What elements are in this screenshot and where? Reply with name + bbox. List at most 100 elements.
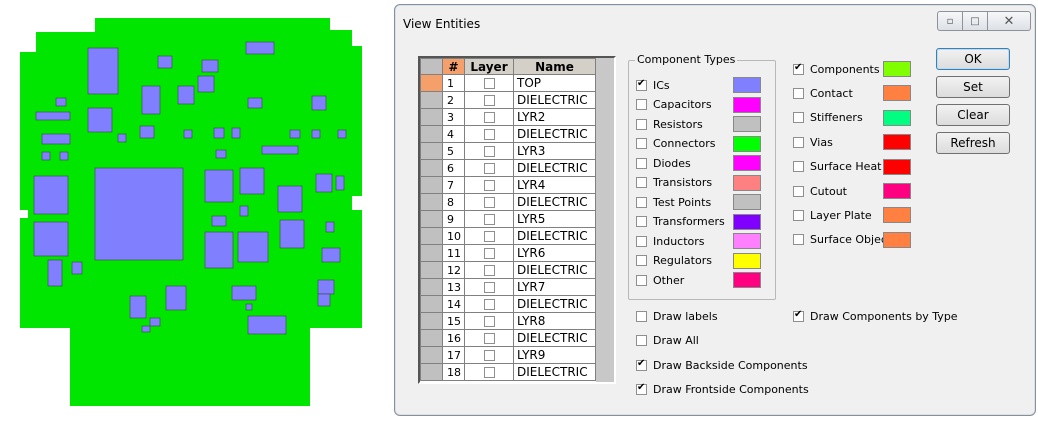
layer-checkbox[interactable] (464, 91, 514, 109)
table-row[interactable]: 2 DIELECTRIC (420, 91, 596, 109)
entity-box[interactable] (793, 136, 804, 148)
layer-checkbox-box[interactable] (483, 231, 495, 242)
component-type-regulators-checkbox[interactable]: Regulators (636, 253, 712, 269)
entity-box[interactable] (793, 209, 804, 221)
clear-button[interactable]: Clear (936, 104, 1010, 126)
layer-checkbox[interactable] (464, 142, 514, 160)
entity-surface-heat-checkbox[interactable]: Surface Heat (793, 159, 882, 175)
row-selector[interactable] (420, 329, 443, 347)
layer-checkbox[interactable] (464, 159, 514, 177)
table-row[interactable]: 11 LYR6 (420, 244, 596, 262)
table-row[interactable]: 7 LYR4 (420, 176, 596, 194)
entity-color-swatch[interactable] (883, 109, 911, 126)
draw-backside-box[interactable] (636, 358, 647, 371)
row-selector[interactable] (420, 210, 443, 228)
ok-button[interactable]: OK (936, 48, 1010, 70)
component-type-connectors-checkbox[interactable]: Connectors (636, 136, 715, 152)
component-type-color-swatch[interactable] (733, 252, 761, 269)
entity-components-checkbox[interactable]: Components (793, 61, 880, 77)
table-row[interactable]: 16 DIELECTRIC (420, 329, 596, 347)
layer-checkbox[interactable] (464, 125, 514, 143)
table-row[interactable]: 15 LYR8 (420, 312, 596, 330)
component-type-resistors-checkbox[interactable]: Resistors (636, 116, 703, 132)
table-row[interactable]: 9 LYR5 (420, 210, 596, 228)
component-type-color-swatch[interactable] (733, 233, 761, 249)
component-type-capacitors-checkbox[interactable]: Capacitors (636, 97, 712, 113)
component-type-box[interactable] (636, 196, 647, 208)
layer-checkbox-box[interactable] (483, 282, 495, 293)
component-type-color-swatch[interactable] (733, 96, 761, 113)
draw-all-checkbox[interactable]: Draw All (636, 332, 699, 348)
row-selector[interactable] (420, 346, 443, 364)
row-selector[interactable] (420, 91, 443, 109)
table-row[interactable]: 5 LYR3 (420, 142, 596, 160)
layer-checkbox-box[interactable] (483, 265, 495, 276)
component-type-box[interactable] (636, 157, 647, 169)
entity-surface-object-checkbox[interactable]: Surface Object (793, 232, 891, 248)
draw-all-box[interactable] (636, 334, 647, 346)
entity-color-swatch[interactable] (883, 158, 911, 175)
layer-checkbox[interactable] (464, 74, 514, 92)
layer-checkbox[interactable] (464, 227, 514, 245)
component-type-box[interactable] (636, 255, 647, 266)
entity-color-swatch[interactable] (883, 134, 911, 151)
layer-checkbox[interactable] (464, 346, 514, 364)
draw-labels-box[interactable] (636, 310, 647, 322)
layer-checkbox-box[interactable] (483, 316, 495, 327)
entity-box[interactable] (793, 62, 804, 75)
layer-grid[interactable]: # Layer Name 1 TOP 2 DIELECTRIC 3 LYR2 4 DIELEC… (418, 56, 616, 384)
component-type-diodes-checkbox[interactable]: Diodes (636, 155, 691, 171)
entity-vias-checkbox[interactable]: Vias (793, 134, 833, 150)
component-type-color-swatch[interactable] (733, 174, 761, 191)
grid-scrollbar[interactable] (596, 58, 614, 382)
entity-color-swatch[interactable] (883, 207, 911, 224)
layer-checkbox[interactable] (464, 244, 514, 262)
component-type-box[interactable] (636, 177, 647, 188)
layer-checkbox[interactable] (464, 295, 514, 313)
entity-box[interactable] (793, 185, 804, 197)
row-selector[interactable] (420, 142, 443, 160)
layer-checkbox-box[interactable] (483, 214, 495, 225)
entity-cutout-checkbox[interactable]: Cutout (793, 183, 847, 199)
layer-checkbox-box[interactable] (483, 299, 495, 310)
table-row[interactable]: 14 DIELECTRIC (420, 295, 596, 313)
component-type-test-points-checkbox[interactable]: Test Points (636, 194, 711, 210)
component-type-transformers-checkbox[interactable]: Transformers (636, 214, 725, 230)
component-type-box[interactable] (636, 78, 647, 91)
component-type-box[interactable] (636, 99, 647, 110)
row-selector[interactable] (420, 278, 443, 296)
component-type-inductors-checkbox[interactable]: Inductors (636, 233, 705, 249)
entity-color-swatch[interactable] (883, 183, 911, 199)
component-type-color-swatch[interactable] (733, 116, 761, 132)
layer-checkbox-box[interactable] (483, 95, 495, 106)
component-type-color-swatch[interactable] (733, 135, 761, 152)
layer-checkbox[interactable] (464, 261, 514, 279)
layer-checkbox[interactable] (464, 363, 514, 381)
entity-color-swatch[interactable] (883, 231, 911, 248)
layer-checkbox-box[interactable] (483, 129, 495, 140)
entity-box[interactable] (793, 87, 804, 99)
table-row[interactable]: 4 DIELECTRIC (420, 125, 596, 143)
row-selector[interactable] (420, 312, 443, 330)
row-selector[interactable] (420, 159, 443, 177)
component-type-color-swatch[interactable] (733, 77, 761, 93)
entity-box[interactable] (793, 161, 804, 173)
entity-box[interactable] (793, 112, 804, 124)
maximize-icon[interactable]: □ (963, 11, 988, 31)
layer-checkbox-box[interactable] (483, 180, 495, 191)
table-row[interactable]: 12 DIELECTRIC (420, 261, 596, 279)
row-selector[interactable] (420, 193, 443, 211)
layer-checkbox[interactable] (464, 329, 514, 347)
component-type-ics-checkbox[interactable]: ICs (636, 77, 670, 93)
layer-checkbox[interactable] (464, 193, 514, 211)
component-type-color-swatch[interactable] (733, 213, 761, 230)
draw-frontside-checkbox[interactable]: Draw Frontside Components (636, 381, 809, 397)
row-selector[interactable] (420, 244, 443, 262)
minimize-icon[interactable]: ▫ (937, 11, 963, 31)
draw-labels-checkbox[interactable]: Draw labels (636, 308, 718, 324)
entity-color-swatch[interactable] (883, 85, 911, 102)
layer-checkbox[interactable] (464, 108, 514, 126)
row-selector[interactable] (420, 295, 443, 313)
component-type-color-swatch[interactable] (733, 272, 761, 288)
component-type-other-checkbox[interactable]: Other (636, 272, 684, 288)
